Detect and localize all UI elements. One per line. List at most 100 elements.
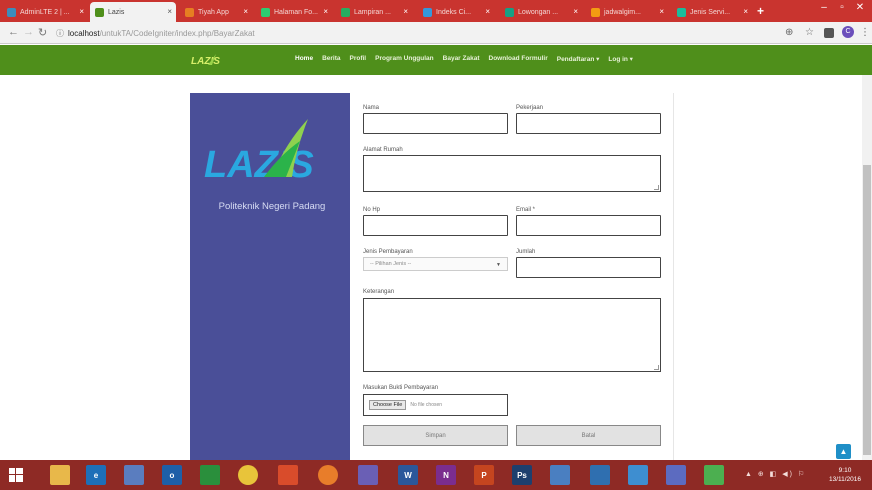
close-icon[interactable]: × [243,7,248,16]
browser-tab-admin[interactable]: AdminLTE 2 | ... × [2,2,88,22]
pekerjaan-label: Pekerjaan [516,105,544,111]
bookmark-star-icon[interactable]: ☆ [805,27,814,38]
tab-label: Tiyah App [198,8,229,16]
address-bar: ← → ↻ ⓘ localhost /untukTA/CodeIgniter/i… [0,22,872,44]
page-scrollbar[interactable] [862,75,872,460]
profile-avatar[interactable]: C [842,26,854,38]
app-icon[interactable] [124,465,144,485]
file-status: No file chosen [410,402,443,408]
tab-favicon-icon [591,8,600,17]
chrome-icon[interactable] [238,465,258,485]
pekerjaan-input[interactable] [516,113,661,134]
file-explorer-icon[interactable] [50,465,70,485]
bukti-file-input[interactable]: Choose File No file chosen [363,394,508,416]
tab-favicon-icon [95,8,104,17]
jenis-select-value: -- Pilihan Jenis -- [370,261,412,267]
maximize-icon[interactable]: ▫ [833,2,851,13]
close-icon[interactable]: × [573,7,578,16]
page-content: LAZIS Politeknik Negeri Padang Nama Peke… [0,75,872,460]
nama-label: Nama [363,105,380,111]
browser-tab[interactable]: jadwalgim... × [586,2,668,22]
browser-tab[interactable]: Lampiran ... × [336,2,412,22]
info-icon[interactable]: ⓘ [56,28,64,39]
extension-icon[interactable] [824,28,834,38]
simpan-button[interactable]: Simpan [363,425,508,446]
nav-login[interactable]: Log in ▾ [608,55,633,63]
browser-tab[interactable]: Tiyah App × [180,2,252,22]
app-icon[interactable] [666,465,686,485]
store-icon[interactable] [200,465,220,485]
browser-tab[interactable]: Jenis Servi... × [672,2,752,22]
scrollbar-thumb[interactable] [863,165,871,455]
photoshop-icon[interactable]: Ps [512,465,532,485]
reload-icon[interactable]: ↻ [38,26,47,39]
ie-icon[interactable]: e [86,465,106,485]
url-field[interactable]: ⓘ localhost /untukTA/CodeIgniter/index.p… [56,26,736,40]
browser-tab[interactable]: Lowongan ... × [500,2,582,22]
tab-label: AdminLTE 2 | ... [20,8,70,16]
forward-icon[interactable]: → [23,26,34,38]
outlook-icon[interactable]: o [162,465,182,485]
onenote-icon[interactable]: N [436,465,456,485]
app-icon[interactable] [628,465,648,485]
app-icon[interactable] [278,465,298,485]
nav-pendaftaran[interactable]: Pendaftaran ▾ [557,55,600,63]
powerpoint-icon[interactable]: P [474,465,494,485]
browser-tab[interactable]: Indeks Ci... × [418,2,494,22]
browser-tab-strip: AdminLTE 2 | ... × Lazis × Tiyah App × H… [0,0,872,22]
lazis-logo: LAZIS [204,119,314,186]
close-icon[interactable]: × [323,7,328,16]
keterangan-textarea[interactable] [363,298,661,372]
batal-button[interactable]: Batal [516,425,661,446]
back-icon[interactable]: ← [8,26,19,38]
window-close-icon[interactable]: ✕ [851,2,869,13]
email-input[interactable] [516,215,661,236]
windows-start-icon[interactable] [6,465,26,485]
tab-label: Lampiran ... [354,8,391,16]
nama-input[interactable] [363,113,508,134]
scroll-to-top-icon[interactable]: ▲ [836,444,851,459]
email-label: Email * [516,207,536,213]
nav-profil[interactable]: Profil [350,55,367,63]
taskbar-clock[interactable]: 9:10 13/11/2016 [820,466,870,484]
new-tab-button[interactable]: + [757,4,764,18]
tab-favicon-icon [423,8,432,17]
alamat-textarea[interactable] [363,155,661,192]
system-tray[interactable]: ▲ ⊕ ◧ ◀) ⚐ [745,470,806,478]
word-icon[interactable]: W [398,465,418,485]
site-logo[interactable]: LAZIS [190,52,224,68]
bukti-label: Masukan Bukti Pembayaran [363,385,439,391]
nohp-label: No Hp [363,207,381,213]
close-icon[interactable]: × [659,7,664,16]
jenis-select[interactable]: -- Pilihan Jenis -- ▼ [363,257,508,271]
chevron-down-icon: ▼ [496,262,501,268]
close-icon[interactable]: × [167,7,172,16]
close-icon[interactable]: × [743,7,748,16]
close-icon[interactable]: × [485,7,490,16]
close-icon[interactable]: × [403,7,408,16]
nav-home[interactable]: Home [295,55,313,63]
nav-program-unggulan[interactable]: Program Unggulan [375,55,434,63]
tab-label: Halaman Fo... [274,8,318,16]
menu-icon[interactable]: ⋮ [860,27,870,38]
tab-favicon-icon [185,8,194,17]
jenis-label: Jenis Pembayaran [363,249,413,255]
svg-text:LAZIS: LAZIS [191,56,220,67]
nohp-input[interactable] [363,215,508,236]
nav-bayar-zakat[interactable]: Bayar Zakat [443,55,480,63]
close-icon[interactable]: × [79,7,84,16]
mail-icon[interactable] [358,465,378,485]
app-icon[interactable] [550,465,570,485]
firefox-icon[interactable] [318,465,338,485]
choose-file-button[interactable]: Choose File [369,400,407,410]
browser-tab-lazis[interactable]: Lazis × [90,2,176,22]
app-icon[interactable] [704,465,724,485]
zoom-icon[interactable]: ⊕ [785,27,793,38]
browser-tab[interactable]: Halaman Fo... × [256,2,332,22]
minimize-icon[interactable]: – [815,2,833,13]
jumlah-input[interactable] [516,257,661,278]
app-icon[interactable] [590,465,610,485]
nav-berita[interactable]: Berita [322,55,340,63]
nav-download-formulir[interactable]: Download Formulir [489,55,548,63]
tab-favicon-icon [261,8,270,17]
